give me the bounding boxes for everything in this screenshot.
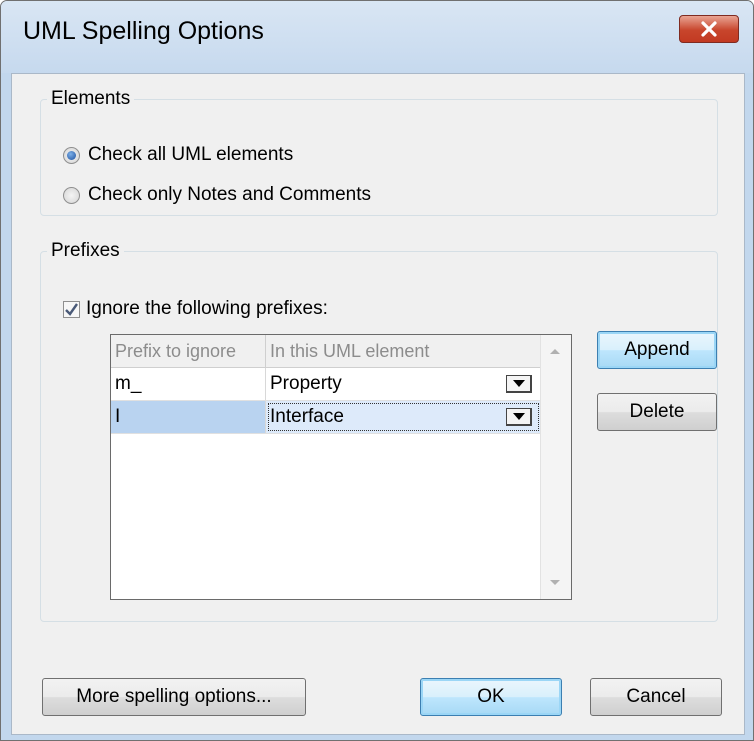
table-row[interactable]: m_ Property bbox=[111, 368, 541, 401]
element-value: Interface bbox=[270, 406, 344, 427]
dialog-title: UML Spelling Options bbox=[23, 17, 264, 45]
dropdown-arrow-icon bbox=[512, 413, 525, 420]
element-value: Property bbox=[270, 373, 342, 394]
table-header: Prefix to ignore In this UML element bbox=[111, 335, 541, 368]
header-element: In this UML element bbox=[266, 335, 541, 367]
element-dropdown-button[interactable] bbox=[506, 408, 532, 426]
dropdown-arrow-icon bbox=[512, 380, 525, 387]
scroll-up-arrow-icon[interactable] bbox=[550, 349, 560, 354]
more-spelling-options-button[interactable]: More spelling options... bbox=[42, 678, 306, 716]
radio-check-all[interactable]: Check all UML elements bbox=[63, 144, 293, 166]
cancel-button[interactable]: Cancel bbox=[590, 678, 722, 716]
radio-label-check-all: Check all UML elements bbox=[88, 144, 294, 165]
close-icon bbox=[701, 21, 717, 37]
title-bar[interactable]: UML Spelling Options bbox=[1, 1, 753, 73]
table-row[interactable]: I Interface bbox=[111, 401, 541, 434]
dialog-body: Elements Check all UML elements Check on… bbox=[11, 73, 745, 735]
table-scrollbar[interactable] bbox=[540, 335, 571, 599]
delete-button[interactable]: Delete bbox=[597, 393, 717, 431]
radio-icon[interactable] bbox=[63, 186, 80, 204]
checkmark-icon bbox=[65, 302, 78, 316]
ignore-prefixes-checkbox[interactable]: Ignore the following prefixes: bbox=[63, 298, 328, 320]
close-button[interactable] bbox=[679, 15, 739, 43]
prefix-cell[interactable]: I bbox=[111, 401, 266, 433]
append-button[interactable]: Append bbox=[597, 331, 717, 369]
ok-button[interactable]: OK bbox=[420, 678, 562, 716]
dialog-window: UML Spelling Options Elements Check all … bbox=[0, 0, 754, 741]
elements-group: Elements Check all UML elements Check on… bbox=[40, 88, 718, 216]
prefixes-legend: Prefixes bbox=[51, 240, 120, 261]
radio-icon[interactable] bbox=[63, 146, 80, 164]
prefix-cell[interactable]: m_ bbox=[111, 368, 266, 400]
header-prefix: Prefix to ignore bbox=[111, 335, 266, 367]
elements-legend: Elements bbox=[51, 88, 131, 109]
radio-label-check-notes: Check only Notes and Comments bbox=[88, 184, 372, 205]
prefix-table[interactable]: Prefix to ignore In this UML element m_ … bbox=[110, 334, 572, 600]
scroll-down-arrow-icon[interactable] bbox=[550, 580, 560, 585]
element-cell[interactable]: Interface bbox=[266, 401, 541, 433]
checkbox-box[interactable] bbox=[63, 300, 80, 318]
element-cell[interactable]: Property bbox=[266, 368, 541, 400]
ignore-prefixes-label: Ignore the following prefixes: bbox=[86, 298, 328, 319]
radio-check-notes[interactable]: Check only Notes and Comments bbox=[63, 184, 371, 206]
element-dropdown-button[interactable] bbox=[506, 375, 532, 393]
